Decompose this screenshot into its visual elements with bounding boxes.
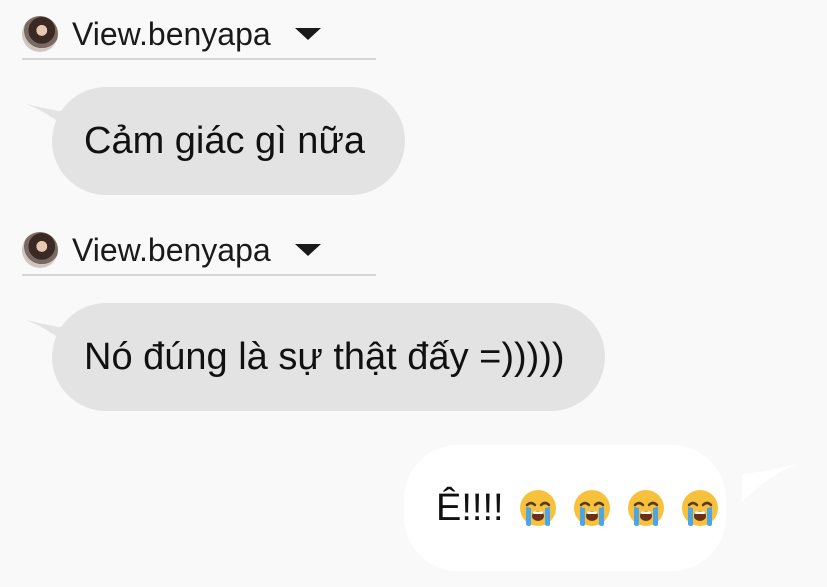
sender-name: View.benyapa <box>72 15 271 52</box>
avatar[interactable] <box>22 16 58 52</box>
message-bubble[interactable]: Ê!!!! <box>404 445 726 571</box>
avatar[interactable] <box>22 232 58 268</box>
message-bubble[interactable]: Cảm giác gì nữa <box>52 87 406 195</box>
sender-name: View.benyapa <box>72 231 271 268</box>
message-bubble[interactable]: Nó đúng là sự thật đấy =))))) <box>52 303 605 411</box>
loudly-crying-face-icon <box>519 490 556 527</box>
message-text: Cảm giác gì nữa <box>84 120 366 162</box>
bubble-tail <box>742 464 798 502</box>
loudly-crying-face-icon <box>681 490 718 527</box>
loudly-crying-face-icon <box>573 490 610 527</box>
loudly-crying-face-icon <box>627 490 664 527</box>
message-text: Ê!!!! <box>436 487 504 529</box>
chevron-down-icon[interactable] <box>294 244 321 256</box>
message-text: Nó đúng là sự thật đấy =))))) <box>84 336 565 378</box>
chevron-down-icon[interactable] <box>294 28 321 40</box>
sender-header[interactable]: View.benyapa <box>22 226 376 276</box>
emoji-row <box>504 488 720 529</box>
sender-header[interactable]: View.benyapa <box>22 10 376 60</box>
